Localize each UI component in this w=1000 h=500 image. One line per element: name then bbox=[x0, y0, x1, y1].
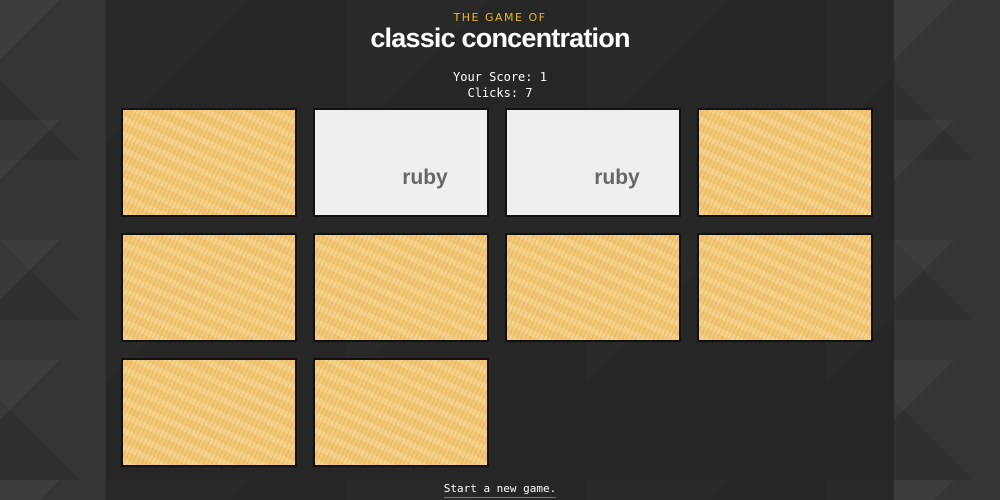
card-3[interactable]: ruby bbox=[505, 108, 681, 217]
stats-panel: Your Score: 1 Clicks: 7 bbox=[106, 69, 894, 101]
card-10[interactable] bbox=[313, 358, 489, 467]
new-game-link[interactable]: Start a new game. bbox=[443, 482, 557, 498]
score-display: Your Score: 1 bbox=[453, 70, 547, 84]
card-label: ruby bbox=[402, 166, 448, 189]
header: THE GAME OF classic concentration bbox=[106, 11, 894, 53]
card-4[interactable] bbox=[697, 108, 873, 217]
card-6[interactable] bbox=[313, 233, 489, 342]
game-title: classic concentration bbox=[370, 23, 630, 53]
game-container: THE GAME OF classic concentration Your S… bbox=[106, 0, 894, 500]
background-pattern-right bbox=[894, 0, 1000, 500]
card-1[interactable] bbox=[121, 108, 297, 217]
card-8[interactable] bbox=[697, 233, 873, 342]
clicks-display: Clicks: 7 bbox=[467, 86, 533, 100]
card-label: ruby bbox=[594, 166, 640, 189]
footer: Start a new game. bbox=[106, 477, 894, 498]
card-grid: ruby ruby bbox=[121, 108, 889, 468]
card-7[interactable] bbox=[505, 233, 681, 342]
card-5[interactable] bbox=[121, 233, 297, 342]
card-9[interactable] bbox=[121, 358, 297, 467]
card-2[interactable]: ruby bbox=[313, 108, 489, 217]
background-pattern-left bbox=[0, 0, 106, 500]
